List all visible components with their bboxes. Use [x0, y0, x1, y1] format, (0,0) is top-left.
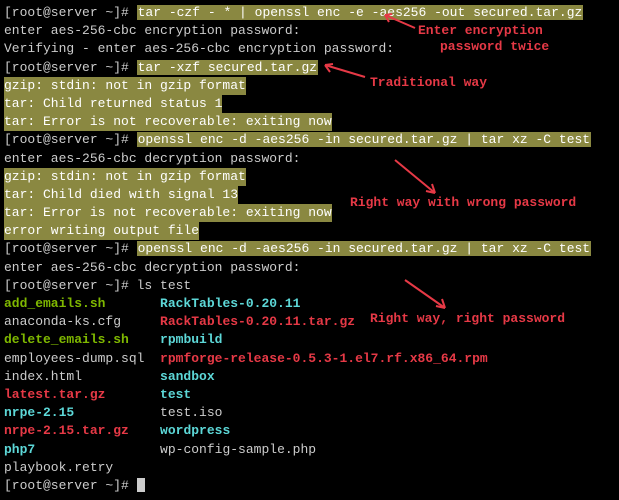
prompt: [root@server ~]# — [4, 5, 137, 20]
output-line: enter aes-256-cbc decryption password: — [4, 150, 615, 168]
file-dir: php7 — [4, 442, 35, 457]
command-line-4: [root@server ~]# openssl enc -d -aes256 … — [4, 240, 615, 258]
arrow-icon — [390, 158, 440, 198]
command-text: tar -xzf secured.tar.gz — [137, 60, 318, 75]
prompt: [root@server ~]# — [4, 478, 137, 493]
file: wp-config-sample.php — [160, 442, 316, 457]
file: test.iso — [160, 405, 222, 420]
file-dir: rpmbuild — [160, 332, 222, 347]
error-line: tar: Child returned status 1 — [4, 95, 222, 113]
prompt: [root@server ~]# — [4, 241, 137, 256]
prompt-line[interactable]: [root@server ~]# — [4, 477, 615, 495]
command-line-3: [root@server ~]# openssl enc -d -aes256 … — [4, 131, 615, 149]
error-line: tar: Child died with signal 13 — [4, 186, 238, 204]
error-line: tar: Error is not recoverable: exiting n… — [4, 113, 332, 131]
command-line-1: [root@server ~]# tar -czf - * | openssl … — [4, 4, 615, 22]
cursor-icon — [137, 478, 145, 492]
file-archive: RackTables-0.20.11.tar.gz — [160, 314, 355, 329]
ls-row: php7 wp-config-sample.php — [4, 441, 615, 459]
file-dir: wordpress — [160, 423, 230, 438]
arrow-icon — [320, 62, 370, 82]
error-block-1: gzip: stdin: not in gzip format tar: Chi… — [4, 77, 615, 132]
annotation-traditional: Traditional way — [370, 74, 487, 92]
ls-row: latest.tar.gz test — [4, 386, 615, 404]
file-archive: nrpe-2.15.tar.gz — [4, 423, 129, 438]
command-text: ls test — [137, 278, 192, 293]
error-line: gzip: stdin: not in gzip format — [4, 77, 246, 95]
file: playbook.retry — [4, 460, 113, 475]
file-archive: latest.tar.gz — [4, 387, 105, 402]
prompt: [root@server ~]# — [4, 132, 137, 147]
error-line: error writing output file — [4, 222, 199, 240]
file-archive: rpmforge-release-0.5.3-1.el7.rf.x86_64.r… — [160, 351, 488, 366]
prompt: [root@server ~]# — [4, 278, 137, 293]
annotation-wrong-pw: Right way with wrong password — [350, 194, 576, 212]
error-line: gzip: stdin: not in gzip format — [4, 168, 246, 186]
error-line: tar: Error is not recoverable: exiting n… — [4, 204, 332, 222]
file-dir: test — [160, 387, 191, 402]
file: index.html — [4, 369, 82, 384]
file: employees-dump.sql — [4, 351, 144, 366]
ls-row: playbook.retry — [4, 459, 615, 477]
arrow-icon — [380, 10, 420, 40]
file-executable: delete_emails.sh — [4, 332, 129, 347]
command-line-2: [root@server ~]# tar -xzf secured.tar.gz — [4, 59, 615, 77]
file-dir: RackTables-0.20.11 — [160, 296, 300, 311]
ls-row: nrpe-2.15 test.iso — [4, 404, 615, 422]
ls-row: delete_emails.sh rpmbuild — [4, 331, 615, 349]
prompt: [root@server ~]# — [4, 60, 137, 75]
ls-row: index.html sandbox — [4, 368, 615, 386]
annotation-encrypt-2: password twice — [440, 38, 549, 56]
file-executable: add_emails.sh — [4, 296, 105, 311]
command-text: openssl enc -d -aes256 -in secured.tar.g… — [137, 241, 591, 256]
ls-row: nrpe-2.15.tar.gz wordpress — [4, 422, 615, 440]
command-text: openssl enc -d -aes256 -in secured.tar.g… — [137, 132, 591, 147]
file-dir: sandbox — [160, 369, 215, 384]
file-dir: nrpe-2.15 — [4, 405, 74, 420]
output-line: enter aes-256-cbc decryption password: — [4, 259, 615, 277]
command-text: tar -czf - * | openssl enc -e -aes256 -o… — [137, 5, 584, 20]
command-line-5: [root@server ~]# ls test — [4, 277, 615, 295]
file: anaconda-ks.cfg — [4, 314, 121, 329]
arrow-icon — [400, 278, 450, 313]
ls-row: employees-dump.sql rpmforge-release-0.5.… — [4, 350, 615, 368]
